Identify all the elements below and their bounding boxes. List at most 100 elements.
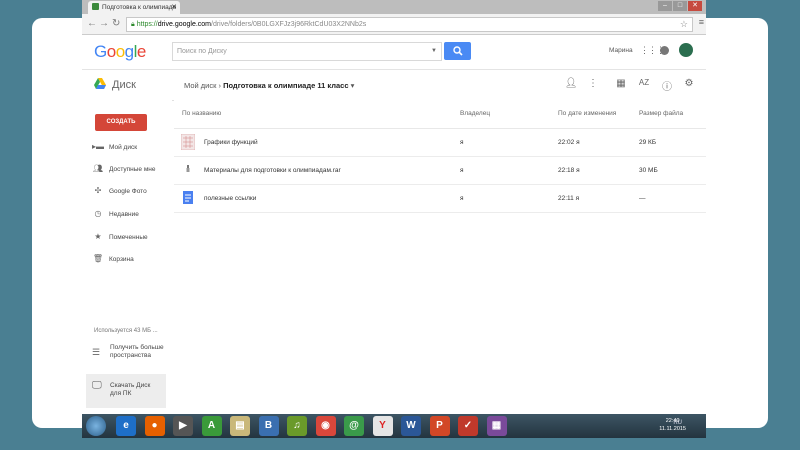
drive-header: Google Поиск по Диску ▼ Марина ⋮⋮⋮ <box>82 35 706 70</box>
file-size: — <box>639 195 646 202</box>
sidebar-item-my-drive[interactable]: ▸▬ Мой диск <box>92 140 137 154</box>
file-modified: 22:18 я <box>558 167 580 174</box>
back-arrow-icon[interactable]: ← <box>87 17 97 31</box>
table-header: По названию Владелец По дате изменения Р… <box>174 100 706 129</box>
sort-az-icon[interactable]: AZ <box>637 78 651 87</box>
drive-bar: Диск Мой диск › Подготовка к олимпиаде 1… <box>82 70 706 101</box>
table-row[interactable]: Материалы для подготовки к олимпиадам.ra… <box>174 157 706 185</box>
a-app-icon[interactable]: A <box>201 416 222 436</box>
settings-gear-icon[interactable]: ⚙ <box>682 78 696 89</box>
logo-letter: o <box>106 42 116 61</box>
storage-usage: Используется 43 МБ ... <box>94 328 158 334</box>
tab-title: Подготовка к олимпиаде <box>102 4 177 11</box>
info-icon[interactable]: ⓘ <box>660 78 674 93</box>
sidebar-item-recent[interactable]: ◷ Недавние <box>92 207 139 221</box>
winrar-icon[interactable]: ▦ <box>486 416 507 436</box>
task-icon[interactable]: ✓ <box>458 416 478 436</box>
column-owner-header: Владелец <box>460 110 491 117</box>
yandex-icon[interactable]: Y <box>372 416 393 436</box>
b-app-icon[interactable]: B <box>258 416 279 436</box>
sidebar-item-label: Google Фото <box>109 188 147 195</box>
windows-taskbar: e ● ▶ A ▤ B ♫ ◉ @ Y W P ✓ ▦ RU 22:40 11.11.2015 <box>82 414 706 438</box>
breadcrumb: Мой диск › Подготовка к олимпиаде 11 кла… <box>184 81 354 90</box>
clock-time: 22:40 <box>665 418 680 424</box>
ie-icon[interactable]: e <box>116 416 136 436</box>
image-file-icon <box>181 134 195 150</box>
search-icon <box>452 46 463 56</box>
sidebar-item-label: Корзина <box>109 256 134 263</box>
notes-icon[interactable]: ▤ <box>230 416 250 436</box>
chrome-icon[interactable]: ◉ <box>315 416 336 436</box>
clock-date: 11.11.2015 <box>659 426 686 432</box>
logo-letter: e <box>136 42 146 61</box>
breadcrumb-root[interactable]: Мой диск <box>184 81 216 90</box>
drive-app-name[interactable]: Диск <box>112 79 136 91</box>
table-row[interactable]: полезные ссылки я 22:11 я — <box>174 185 706 213</box>
sidebar-item-label: Помеченные <box>109 234 148 241</box>
table-row[interactable]: Графики функций я 22:02 я 29 КБ <box>174 129 706 157</box>
address-bar[interactable]: 🔒︎ https://drive.google.com/drive/folder… <box>126 17 693 32</box>
close-window-button[interactable]: ✕ <box>688 1 702 11</box>
share-person-icon[interactable]: 👤︎ <box>564 78 578 89</box>
drive-favicon-icon <box>92 3 99 10</box>
file-owner: я <box>460 195 464 202</box>
maximize-button[interactable]: □ <box>673 1 687 11</box>
sidebar-item-trash[interactable]: 🗑︎ Корзина <box>92 252 134 266</box>
powerpoint-icon[interactable]: P <box>429 416 450 436</box>
file-size: 30 МБ <box>639 167 658 174</box>
logo-letter: o <box>115 42 125 61</box>
create-button[interactable]: СОЗДАТЬ <box>95 114 147 131</box>
firefox-icon[interactable]: ● <box>144 416 165 436</box>
word-icon[interactable]: W <box>401 416 421 436</box>
at-app-icon[interactable]: @ <box>344 416 364 436</box>
browser-menu-icon[interactable]: ≡ <box>699 17 704 27</box>
forward-arrow-icon[interactable]: → <box>99 17 109 31</box>
breadcrumb-current[interactable]: Подготовка к олимпиаде 11 класс <box>223 81 348 90</box>
download-drive-button[interactable]: 🖵︎ Скачать Диск для ПК <box>86 374 166 408</box>
file-modified: 22:02 я <box>558 139 580 146</box>
column-modified-header[interactable]: По дате изменения <box>558 110 616 117</box>
breadcrumb-separator: › <box>218 81 221 90</box>
file-modified: 22:11 я <box>558 195 580 202</box>
people-icon: 👥︎ <box>92 164 104 173</box>
search-button[interactable] <box>444 42 471 60</box>
grid-view-icon[interactable]: ▦ <box>614 78 628 89</box>
logo-letter: G <box>94 42 107 61</box>
bookmark-star-icon[interactable]: ☆ <box>680 18 688 31</box>
tray-clock[interactable]: 22:40 11.11.2015 <box>659 417 686 433</box>
sidebar-item-starred[interactable]: ★ Помеченные <box>92 230 148 244</box>
url-path: /drive/folders/0B0LGXFJz3j96RktCdU03X2NN… <box>211 21 367 28</box>
start-button[interactable] <box>86 416 106 436</box>
drive-logo-icon <box>94 78 106 89</box>
sidebar-item-label: Доступные мне <box>109 166 156 173</box>
search-options-icon[interactable]: ▼ <box>431 43 437 60</box>
search-input[interactable]: Поиск по Диску ▼ <box>172 42 442 61</box>
download-drive-label: Скачать Диск для ПК <box>110 382 151 397</box>
star-icon: ★ <box>94 232 102 241</box>
trash-icon: 🗑︎ <box>92 254 104 263</box>
url-host: drive.google.com <box>157 21 212 28</box>
reload-icon[interactable]: ↻ <box>112 17 120 31</box>
column-name-header[interactable]: По названию <box>182 110 221 117</box>
file-name: полезные ссылки <box>204 195 257 202</box>
file-size: 29 КБ <box>639 139 657 146</box>
browser-tab[interactable]: Подготовка к олимпиаде ✕ <box>88 1 180 14</box>
music-icon[interactable]: ♫ <box>287 416 307 436</box>
doc-file-icon <box>183 191 193 204</box>
more-vert-icon[interactable]: ⋮ <box>586 78 600 89</box>
url-scheme: https:// <box>136 21 158 28</box>
sidebar-item-photos[interactable]: ✣ Google Фото <box>92 184 147 198</box>
user-name[interactable]: Марина <box>609 47 633 54</box>
minimize-button[interactable]: – <box>658 1 672 11</box>
avatar[interactable] <box>679 43 693 57</box>
browser-toolbar: ← → ↻ 🔒︎ https://drive.google.com/drive/… <box>82 14 706 35</box>
media-player-icon[interactable]: ▶ <box>173 416 193 436</box>
photos-icon: ✣ <box>94 186 102 195</box>
notifications-icon[interactable] <box>660 46 669 55</box>
clock-icon: ◷ <box>94 209 102 218</box>
sidebar-item-shared[interactable]: 👥︎ Доступные мне <box>92 162 156 176</box>
column-size-header: Размер файла <box>639 110 684 117</box>
chevron-down-icon[interactable]: ▾ <box>351 81 355 90</box>
tab-close-icon[interactable]: ✕ <box>171 1 177 14</box>
folder-icon: ▸▬ <box>92 142 105 151</box>
